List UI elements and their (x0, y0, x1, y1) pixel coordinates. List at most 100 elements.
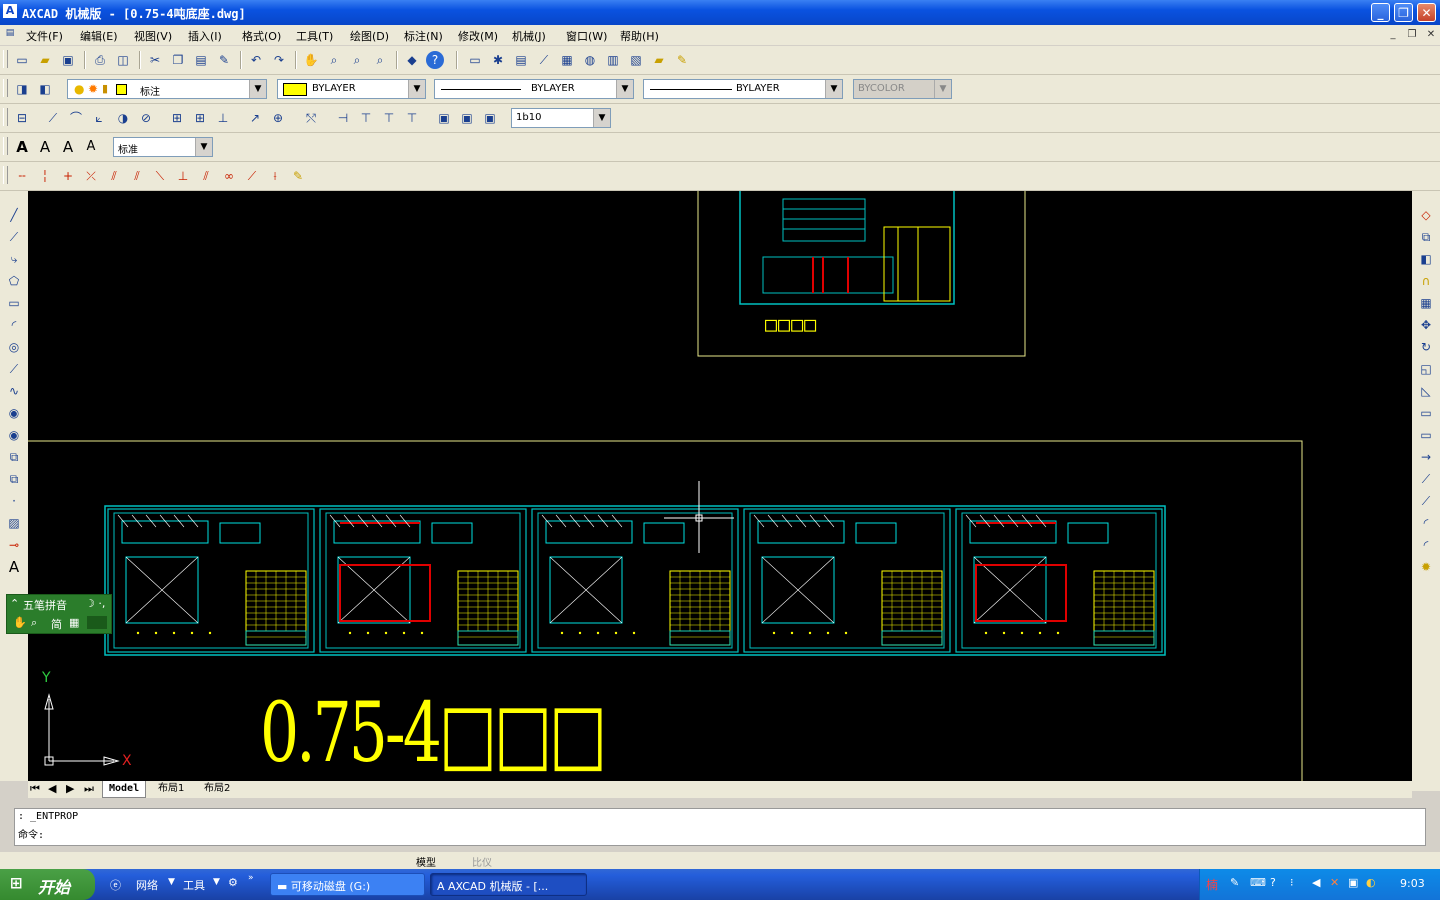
array-icon[interactable]: ▦ (1417, 294, 1435, 312)
tool-palette-icon[interactable]: ▧ (627, 51, 645, 69)
hand-icon[interactable]: ✋ (13, 616, 27, 629)
menu-window[interactable]: 窗口(W) (566, 28, 607, 44)
attribute-icon[interactable]: ▣ (481, 109, 499, 127)
ellipse-icon[interactable]: ◉ (5, 404, 23, 422)
search-icon[interactable]: ⌕ (31, 616, 37, 630)
command-window[interactable]: : _ENTPROP 命令: (14, 808, 1426, 846)
line-icon[interactable]: ╱ (5, 206, 23, 224)
extend-icon[interactable]: → (1417, 448, 1435, 466)
design-center-icon[interactable]: ▰ (650, 51, 668, 69)
command-prompt[interactable]: 命令: (18, 826, 44, 841)
menu-format[interactable]: 格式(O) (242, 28, 281, 44)
network-toolbar[interactable]: 网络 (136, 877, 158, 893)
dim-edit-icon[interactable]: ⊣ (334, 109, 352, 127)
layer-manager-icon[interactable]: ◨ (13, 80, 31, 98)
dim-quick-icon[interactable]: ⊥ (214, 109, 232, 127)
leader-icon[interactable]: ↗ (246, 109, 264, 127)
menu-tools[interactable]: 工具(T) (296, 28, 333, 44)
spline-icon[interactable]: ∿ (5, 382, 23, 400)
revision-cloud-icon[interactable]: ⟋ (5, 360, 23, 378)
menu-help[interactable]: 帮助(H) (620, 28, 659, 44)
dim-aligned-icon[interactable]: ⟋ (44, 109, 62, 127)
network-status-icon[interactable]: ▣ (1348, 876, 1358, 889)
ime-mode[interactable]: 简 (51, 616, 62, 632)
tab-last-icon[interactable]: ⏭ (84, 782, 94, 796)
snap-perpendicular-icon[interactable]: ⟋ (243, 167, 261, 185)
digitizer-button[interactable]: 比仪 (472, 854, 492, 869)
menu-mechanical[interactable]: 机械(J) (512, 28, 546, 44)
dim-scale-dropdown[interactable]: 1b10 ▼ (511, 108, 611, 128)
help-icon[interactable]: ? (426, 51, 444, 69)
single-line-text-icon[interactable]: A (36, 138, 54, 156)
menu-insert[interactable]: 插入(I) (188, 28, 222, 44)
tab-prev-icon[interactable]: ◀ (48, 782, 56, 795)
properties-icon[interactable]: ◆ (403, 51, 421, 69)
explode-icon[interactable]: ✹ (1417, 558, 1435, 576)
help-tray-icon[interactable]: ? (1270, 876, 1276, 889)
hatch-icon[interactable]: ▨ (5, 514, 23, 532)
3d-orbit-icon[interactable]: ✱ (489, 51, 507, 69)
tab-first-icon[interactable]: ⏮ (30, 782, 40, 796)
mdi-restore-button[interactable]: ❐ (1405, 28, 1419, 41)
mtext-icon[interactable]: A (5, 558, 23, 576)
circle-icon[interactable]: ◎ (5, 338, 23, 356)
construction-line-icon[interactable]: ⟋ (5, 228, 23, 246)
undo-icon[interactable]: ↶ (247, 51, 265, 69)
text-style-icon[interactable]: A (82, 138, 100, 156)
offset-icon[interactable]: ∩ (1417, 272, 1435, 290)
dim-ordinate-icon[interactable]: ⟀ (90, 109, 108, 127)
move-icon[interactable]: ✥ (1417, 316, 1435, 334)
print-icon[interactable]: ⎙ (91, 51, 109, 69)
task-axcad[interactable]: A AXCAD 机械版 - [... (430, 873, 587, 896)
snap-from-icon[interactable]: ╎ (36, 167, 54, 185)
layer-previous-icon[interactable]: ◧ (36, 80, 54, 98)
tab-next-icon[interactable]: ▶ (66, 782, 74, 795)
save-icon[interactable]: ▣ (59, 51, 77, 69)
zoom-realtime-icon[interactable]: ⌕ (325, 51, 343, 69)
tray-expand-icon[interactable]: ◀ (1312, 876, 1320, 889)
moon-icon[interactable]: ☽ ·, (85, 597, 105, 610)
center-mark-icon[interactable]: ⊕ (269, 109, 287, 127)
color-dropdown[interactable]: BYLAYER ▼ (277, 79, 426, 99)
osnap-settings-icon[interactable]: ✎ (289, 167, 307, 185)
erase-icon[interactable]: ◇ (1417, 206, 1435, 224)
region-icon[interactable]: ⊸ (5, 536, 23, 554)
paste-icon[interactable]: ▤ (192, 51, 210, 69)
start-button[interactable]: ⊞ 开始 (0, 869, 95, 900)
layer-dropdown[interactable]: ● ✹ ▮ 标注 ▼ (67, 79, 267, 99)
mdi-minimize-button[interactable]: _ (1386, 28, 1400, 41)
open-file-icon[interactable]: ▰ (36, 51, 54, 69)
globe-icon[interactable]: ◍ (581, 51, 599, 69)
dim-arc-icon[interactable]: ⌒ (67, 109, 85, 127)
scale-icon[interactable]: ◱ (1417, 360, 1435, 378)
ie-icon[interactable]: ⓔ (110, 877, 121, 893)
fillet-icon[interactable]: ◜ (1417, 536, 1435, 554)
ime-toolbar[interactable]: ⌃ 五笔拼音 ☽ ·, ✋ ⌕ 简 ▦ (6, 594, 112, 634)
markup-icon[interactable]: ✎ (673, 51, 691, 69)
make-block-icon[interactable]: ⧉ (5, 470, 23, 488)
close-button[interactable]: ✕ (1417, 3, 1436, 22)
linetype-dropdown[interactable]: BYLAYER ▼ (434, 79, 634, 99)
model-button[interactable]: 模型 (416, 854, 436, 869)
snap-apparent-icon[interactable]: ⫽ (128, 167, 146, 185)
named-views-icon[interactable]: ▭ (466, 51, 484, 69)
snap-midpoint-icon[interactable]: ⤫ (82, 167, 100, 185)
trim-icon[interactable]: ▭ (1417, 426, 1435, 444)
print-preview-icon[interactable]: ◫ (114, 51, 132, 69)
security-icon[interactable]: ✕ (1330, 876, 1339, 889)
copy-icon[interactable]: ❐ (169, 51, 187, 69)
break-icon[interactable]: ⟋ (1417, 470, 1435, 488)
pan-icon[interactable]: ✋ (302, 51, 320, 69)
zoom-previous-icon[interactable]: ⌕ (371, 51, 389, 69)
block-icon[interactable]: ▣ (435, 109, 453, 127)
dim-style-icon[interactable]: ⊤ (403, 109, 421, 127)
stretch-icon[interactable]: ◺ (1417, 382, 1435, 400)
minimize-button[interactable]: _ (1371, 3, 1390, 22)
table-icon[interactable]: ▥ (604, 51, 622, 69)
menu-view[interactable]: 视图(V) (134, 28, 172, 44)
snap-tangent-icon[interactable]: ∞ (220, 167, 238, 185)
lengthen-icon[interactable]: ▭ (1417, 404, 1435, 422)
snap-center-icon[interactable]: ⊥ (174, 167, 192, 185)
arc-icon[interactable]: ◜ (5, 316, 23, 334)
keyboard-icon[interactable] (87, 616, 107, 629)
